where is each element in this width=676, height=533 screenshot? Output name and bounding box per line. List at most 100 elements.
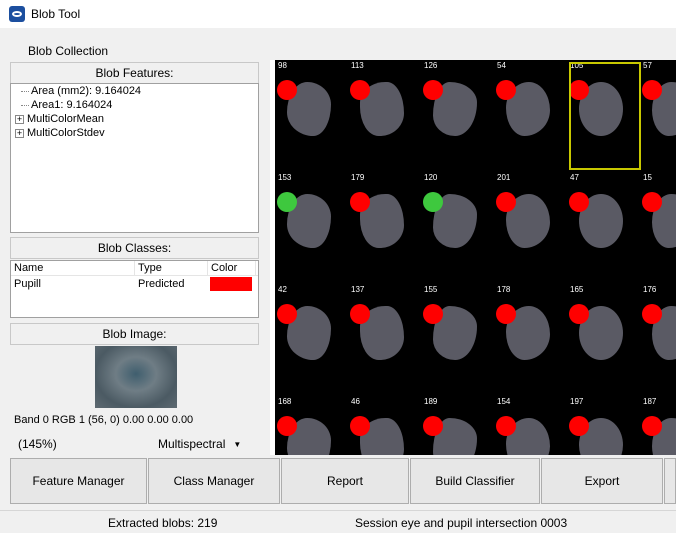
blob-cell[interactable]: 126 [421,60,495,172]
blob-number: 154 [497,397,511,406]
blob-number: 46 [351,397,360,406]
tree-item-multicolorstdev[interactable]: + MultiColorStdev [11,126,258,140]
menu-bar: Blob Collection [0,28,676,60]
blob-number: 178 [497,285,511,294]
status-bar: Extracted blobs: 219 Session eye and pup… [0,510,676,533]
blob-cell[interactable]: 187 [640,396,676,455]
blob-number: 113 [351,61,364,70]
report-button[interactable]: Report [281,458,409,504]
column-type[interactable]: Type [135,261,208,275]
blob-status-dot [496,304,516,324]
blob-status-dot [350,304,370,324]
blob-cell[interactable]: 105 [567,60,641,172]
blob-classes-list[interactable]: Name Type Color Pupill Predicted [10,260,259,318]
tree-item-label: MultiColorStdev [27,127,105,139]
blob-status-dot [277,80,297,100]
blob-status-dot [423,304,443,324]
blob-cell[interactable]: 15 [640,172,676,284]
blob-status-dot [423,80,443,100]
mode-value: Multispectral [158,437,226,451]
plus-icon[interactable]: + [15,114,24,124]
tree-item-area1[interactable]: Area1: 9.164024 [11,98,258,112]
feature-manager-button[interactable]: Feature Manager [10,458,147,504]
export-button[interactable]: Export [541,458,663,504]
chevron-down-icon: ▼ [233,439,242,449]
blob-number: 57 [643,61,652,70]
blob-status-dot [350,416,370,436]
blob-status-dot [350,192,370,212]
blob-status-dot [496,416,516,436]
blob-cell[interactable]: 46 [348,396,422,455]
blob-features-tree[interactable]: Area (mm2): 9.164024 Area1: 9.164024 + M… [10,83,259,233]
next-button[interactable] [664,458,676,504]
blob-cell[interactable]: 154 [494,396,568,455]
blob-cell[interactable]: 165 [567,284,641,396]
blob-status-dot [277,304,297,324]
blob-cell[interactable]: 113 [348,60,422,172]
blob-cell[interactable]: 197 [567,396,641,455]
blob-number: 98 [278,61,287,70]
selection-box [569,62,641,170]
menu-blob-collection[interactable]: Blob Collection [28,44,108,58]
blob-number: 47 [570,173,579,182]
blob-cell[interactable]: 178 [494,284,568,396]
blob-image-header: Blob Image: [10,323,259,345]
class-color [208,277,256,291]
blob-number: 168 [278,397,292,406]
blob-cell[interactable]: 54 [494,60,568,172]
blob-cell[interactable]: 168 [275,396,349,455]
zoom-level: (145%) [18,437,57,451]
extracted-blobs-status: Extracted blobs: 219 [108,516,218,530]
blob-cell[interactable]: 47 [567,172,641,284]
blob-status-dot [423,192,443,212]
blob-grid[interactable]: 98 113 126 54 105 57 153 179 120 201 47 15 42 137 155 1… [275,60,676,455]
plus-icon[interactable]: + [15,128,24,138]
blob-cell[interactable]: 153 [275,172,349,284]
blob-cell[interactable]: 179 [348,172,422,284]
session-status: Session eye and pupil intersection 0003 [355,516,568,530]
blob-status-dot [277,416,297,436]
title-bar: Blob Tool [0,0,676,27]
blob-cell[interactable]: 42 [275,284,349,396]
blob-status-dot [642,416,662,436]
blob-cell[interactable]: 155 [421,284,495,396]
list-header: Name Type Color [11,261,258,276]
blob-cell[interactable]: 98 [275,60,349,172]
blob-status-dot [496,192,516,212]
blob-number: 126 [424,61,438,70]
mode-dropdown[interactable]: Multispectral ▼ [158,437,241,451]
build-classifier-button[interactable]: Build Classifier [410,458,540,504]
tree-item-multicolormean[interactable]: + MultiColorMean [11,112,258,126]
blob-status-dot [642,304,662,324]
blob-cell[interactable]: 201 [494,172,568,284]
blob-features-header: Blob Features: [10,62,259,84]
blob-classes-header: Blob Classes: [10,237,259,259]
blob-number: 153 [278,173,292,182]
color-swatch [210,277,252,291]
blob-status-dot [642,80,662,100]
button-bar: Feature Manager Class Manager Report Bui… [0,455,676,510]
blob-number: 189 [424,397,438,406]
class-manager-button[interactable]: Class Manager [148,458,280,504]
band-info: Band 0 RGB 1 (56, 0) 0.00 0.00 0.00 [14,414,194,426]
blob-cell[interactable]: 137 [348,284,422,396]
blob-cell[interactable]: 120 [421,172,495,284]
class-row[interactable]: Pupill Predicted [11,276,258,292]
blob-number: 176 [643,285,657,294]
blob-status-dot [277,192,297,212]
blob-number: 42 [278,285,287,294]
tree-item-area-mm2[interactable]: Area (mm2): 9.164024 [11,84,258,98]
class-name: Pupill [14,278,41,290]
tree-item-label: MultiColorMean [27,113,105,125]
blob-cell[interactable]: 57 [640,60,676,172]
blob-number: 201 [497,173,511,182]
blob-number: 165 [570,285,584,294]
blob-image-preview [95,346,177,408]
blob-cell[interactable]: 176 [640,284,676,396]
column-name[interactable]: Name [11,261,135,275]
column-color[interactable]: Color [208,261,256,275]
blob-status-dot [569,416,589,436]
blob-number: 120 [424,173,438,182]
blob-cell[interactable]: 189 [421,396,495,455]
blob-number: 15 [643,173,652,182]
